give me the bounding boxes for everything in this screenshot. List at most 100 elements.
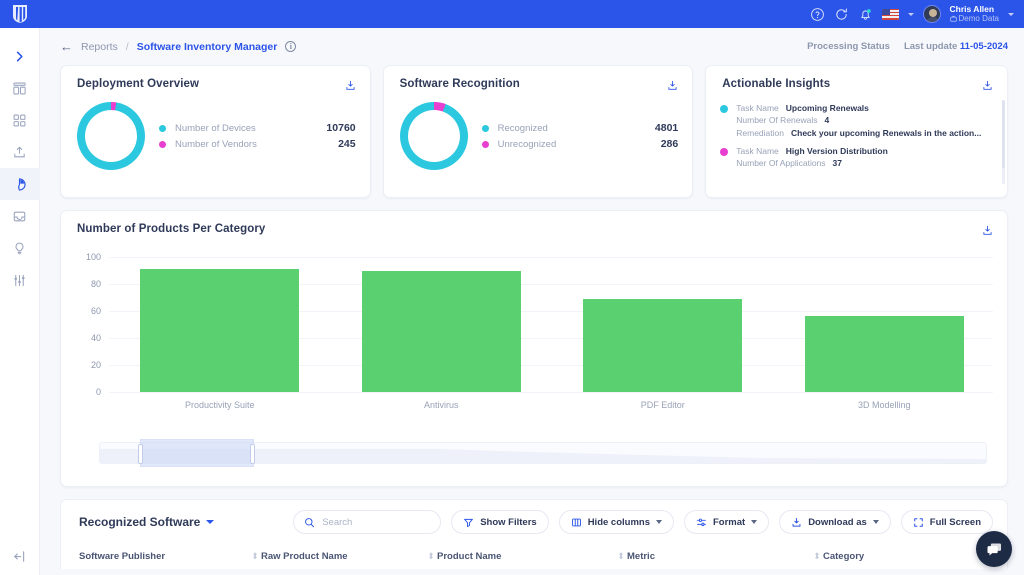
column-header-product-name[interactable]: Product Name — [437, 551, 615, 562]
legend-item: Number of Devices 10760 — [159, 120, 356, 136]
app-logo[interactable] — [0, 0, 40, 28]
list-item[interactable]: Task Name Upcoming Renewals Number Of Re… — [720, 102, 997, 139]
show-filters-label: Show Filters — [480, 516, 537, 528]
bar-2[interactable] — [361, 270, 521, 392]
list-item[interactable]: Task Name High Version Distribution Numb… — [720, 145, 997, 170]
legend-item: Number of Vendors 245 — [159, 136, 356, 152]
recognition-donut-chart[interactable] — [399, 102, 468, 170]
download-icon[interactable] — [982, 223, 993, 241]
table-title[interactable]: Recognized Software — [79, 515, 215, 529]
info-icon[interactable]: i — [285, 41, 297, 52]
search-placeholder: Search — [322, 516, 353, 528]
help-icon[interactable] — [810, 7, 825, 22]
insight-key: Remediation — [736, 127, 784, 138]
column-resize-handle[interactable]: ⬍ — [425, 551, 437, 562]
processing-status-label[interactable]: Processing Status — [807, 41, 890, 52]
main-content: ← Reports / Software Inventory Manager i… — [40, 28, 1024, 575]
sidebar-item-apps[interactable] — [0, 104, 40, 136]
deployment-donut-chart[interactable] — [77, 102, 145, 170]
back-button[interactable]: ← — [60, 40, 73, 53]
show-filters-button[interactable]: Show Filters — [451, 510, 549, 534]
deployment-overview-card: Deployment Overview Number of Devices 10… — [60, 65, 371, 198]
scrollbar[interactable] — [1002, 100, 1006, 184]
range-selection[interactable] — [140, 439, 254, 467]
sidebar-item-upload[interactable] — [0, 136, 40, 168]
grid-apps-icon — [13, 114, 26, 126]
lightbulb-icon — [15, 242, 24, 254]
full-screen-label: Full Screen — [929, 516, 981, 528]
notification-bell-icon[interactable] — [858, 7, 873, 22]
sidebar-item-dashboard[interactable] — [0, 72, 40, 104]
format-button[interactable]: Format — [683, 510, 770, 534]
last-update-label: Last update — [903, 41, 958, 52]
legend-dot-unrecognized — [481, 140, 489, 148]
legend-item: Unrecognized 286 — [481, 136, 678, 152]
legend-value-recognized: 4801 — [654, 122, 679, 134]
column-header-raw-product-name[interactable]: Raw Product Name — [261, 551, 425, 562]
column-resize-handle[interactable]: ⬍ — [615, 551, 627, 562]
search-input[interactable]: Search — [293, 510, 442, 534]
range-handle-left[interactable] — [138, 444, 143, 464]
dashboard-icon — [13, 82, 26, 94]
download-icon[interactable] — [982, 78, 993, 96]
sidebar-item-insights[interactable] — [0, 232, 40, 264]
x-axis-label: Productivity Suite — [184, 400, 255, 410]
us-flag-icon[interactable] — [881, 8, 899, 20]
upload-icon — [14, 146, 25, 157]
chart-head: Number of Products Per Category — [61, 211, 1007, 241]
breadcrumb-reports[interactable]: Reports — [81, 41, 118, 53]
insight-key: Number Of Renewals — [736, 115, 818, 126]
user-menu[interactable]: Chris Allen Demo Data — [949, 4, 999, 24]
column-header-category[interactable]: Category — [823, 551, 973, 562]
full-screen-button[interactable]: Full Screen — [900, 510, 993, 534]
language-chevron-down-icon[interactable] — [907, 12, 914, 16]
sidebar-item-reports[interactable] — [0, 168, 40, 200]
legend-dot-vendors — [159, 140, 166, 148]
insight-row: Task Name Upcoming Renewals — [736, 102, 997, 114]
bar-3[interactable] — [583, 298, 743, 392]
legend-label-recognized: Recognized — [497, 122, 548, 134]
download-icon[interactable] — [345, 78, 356, 96]
column-resize-handle[interactable]: ⬍ — [811, 551, 823, 562]
chevron-down-icon — [206, 520, 215, 524]
breadcrumb-bar: ← Reports / Software Inventory Manager i… — [40, 28, 1024, 65]
x-axis-label: PDF Editor — [640, 400, 685, 410]
chart-range-slider[interactable] — [99, 439, 987, 467]
breadcrumb-current[interactable]: Software Inventory Manager — [137, 41, 278, 53]
history-icon[interactable] — [834, 7, 849, 22]
legend-dot-devices — [159, 124, 166, 132]
chat-widget-button[interactable] — [976, 531, 1012, 567]
download-as-button[interactable]: Download as — [779, 510, 891, 534]
app-logo-icon — [13, 5, 27, 23]
hide-columns-button[interactable]: Hide columns — [558, 510, 674, 534]
bar-chart[interactable]: 0 20 40 60 80 100 Productivity Suite Antivirus… — [61, 245, 1007, 425]
column-resize-handle[interactable]: ⬍ — [249, 551, 261, 562]
columns-icon — [571, 518, 581, 526]
insight-value: Check your upcoming Renewals in the acti… — [790, 127, 982, 138]
top-bar: Chris Allen Demo Data — [0, 0, 1024, 28]
download-icon[interactable] — [667, 78, 678, 96]
insight-dot — [720, 147, 729, 156]
avatar[interactable] — [922, 5, 941, 23]
collapse-sidebar-icon — [13, 550, 25, 562]
collapse-sidebar-button[interactable] — [0, 537, 40, 575]
column-header-software-publisher[interactable]: Software Publisher — [79, 551, 249, 562]
expand-sidebar-button[interactable] — [0, 40, 40, 72]
user-org: Demo Data — [949, 14, 999, 23]
bar-4[interactable] — [804, 316, 964, 392]
deployment-overview-title: Deployment Overview — [77, 78, 200, 90]
insight-key: Number Of Applications — [736, 158, 826, 169]
bar-1[interactable] — [140, 269, 300, 392]
range-handle-right[interactable] — [250, 444, 255, 464]
insight-value: 37 — [832, 158, 843, 169]
summary-cards: Deployment Overview Number of Devices 10… — [40, 65, 1024, 198]
software-recognition-card: Software Recognition Recognized 4801 Unr… — [382, 65, 694, 198]
x-axis-label: Antivirus — [423, 400, 459, 410]
user-chevron-down-icon[interactable] — [1008, 12, 1014, 16]
sidebar-item-inbox[interactable] — [0, 200, 40, 232]
column-header-metric[interactable]: Metric — [627, 551, 811, 562]
software-recognition-title: Software Recognition — [399, 78, 520, 90]
insight-lines: Task Name Upcoming Renewals Number Of Re… — [736, 102, 997, 139]
gridline — [109, 257, 993, 258]
sidebar-item-settings[interactable] — [0, 264, 40, 296]
